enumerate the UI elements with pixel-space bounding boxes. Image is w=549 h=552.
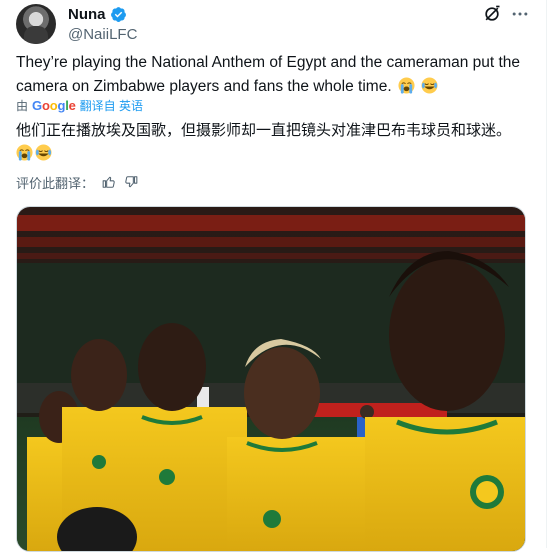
rate-translation-row: 评价此翻译： bbox=[16, 172, 138, 192]
tweet-text-body: They’re playing the National Anthem of E… bbox=[16, 54, 521, 95]
author-handle[interactable]: @NaiiLFC bbox=[68, 26, 137, 43]
translated-by-label: 由 bbox=[16, 98, 29, 113]
face-with-tears-of-joy-emoji-icon bbox=[421, 77, 438, 94]
tweet-header: Nuna @NaiiLFC bbox=[16, 4, 531, 44]
verified-badge-icon bbox=[110, 7, 126, 22]
rate-translation-label: 评价此翻译： bbox=[16, 176, 95, 192]
face-with-tears-of-joy-emoji-icon bbox=[35, 144, 52, 161]
loudly-crying-face-emoji-icon bbox=[16, 144, 33, 161]
google-logo: Google bbox=[32, 97, 76, 113]
tweet-card: Nuna @NaiiLFC They’re playing the Nation… bbox=[0, 0, 547, 552]
translated-from-link[interactable]: 翻译自 英语 bbox=[80, 97, 143, 114]
translation-source-row: 由 Google 翻译自 英语 bbox=[16, 96, 143, 114]
thumbs-up-icon[interactable] bbox=[102, 175, 116, 189]
grok-icon[interactable] bbox=[482, 4, 502, 24]
tweet-text: They’re playing the National Anthem of E… bbox=[16, 51, 526, 99]
translated-text: 他们正在播放埃及国歌，但摄影师却一直把镜头对准津巴布韦球员和球迷。 bbox=[16, 119, 526, 165]
author-name-row: Nuna bbox=[68, 6, 127, 23]
author-display-name[interactable]: Nuna bbox=[68, 6, 106, 23]
thumbs-down-icon[interactable] bbox=[124, 175, 138, 189]
more-options-icon[interactable] bbox=[510, 4, 530, 24]
stadium-players-image bbox=[17, 207, 525, 551]
avatar[interactable] bbox=[16, 4, 56, 44]
tweet-media-photo[interactable] bbox=[16, 206, 526, 552]
loudly-crying-face-emoji-icon bbox=[398, 77, 415, 94]
translated-text-body: 他们正在播放埃及国歌，但摄影师却一直把镜头对准津巴布韦球员和球迷。 bbox=[16, 121, 512, 139]
